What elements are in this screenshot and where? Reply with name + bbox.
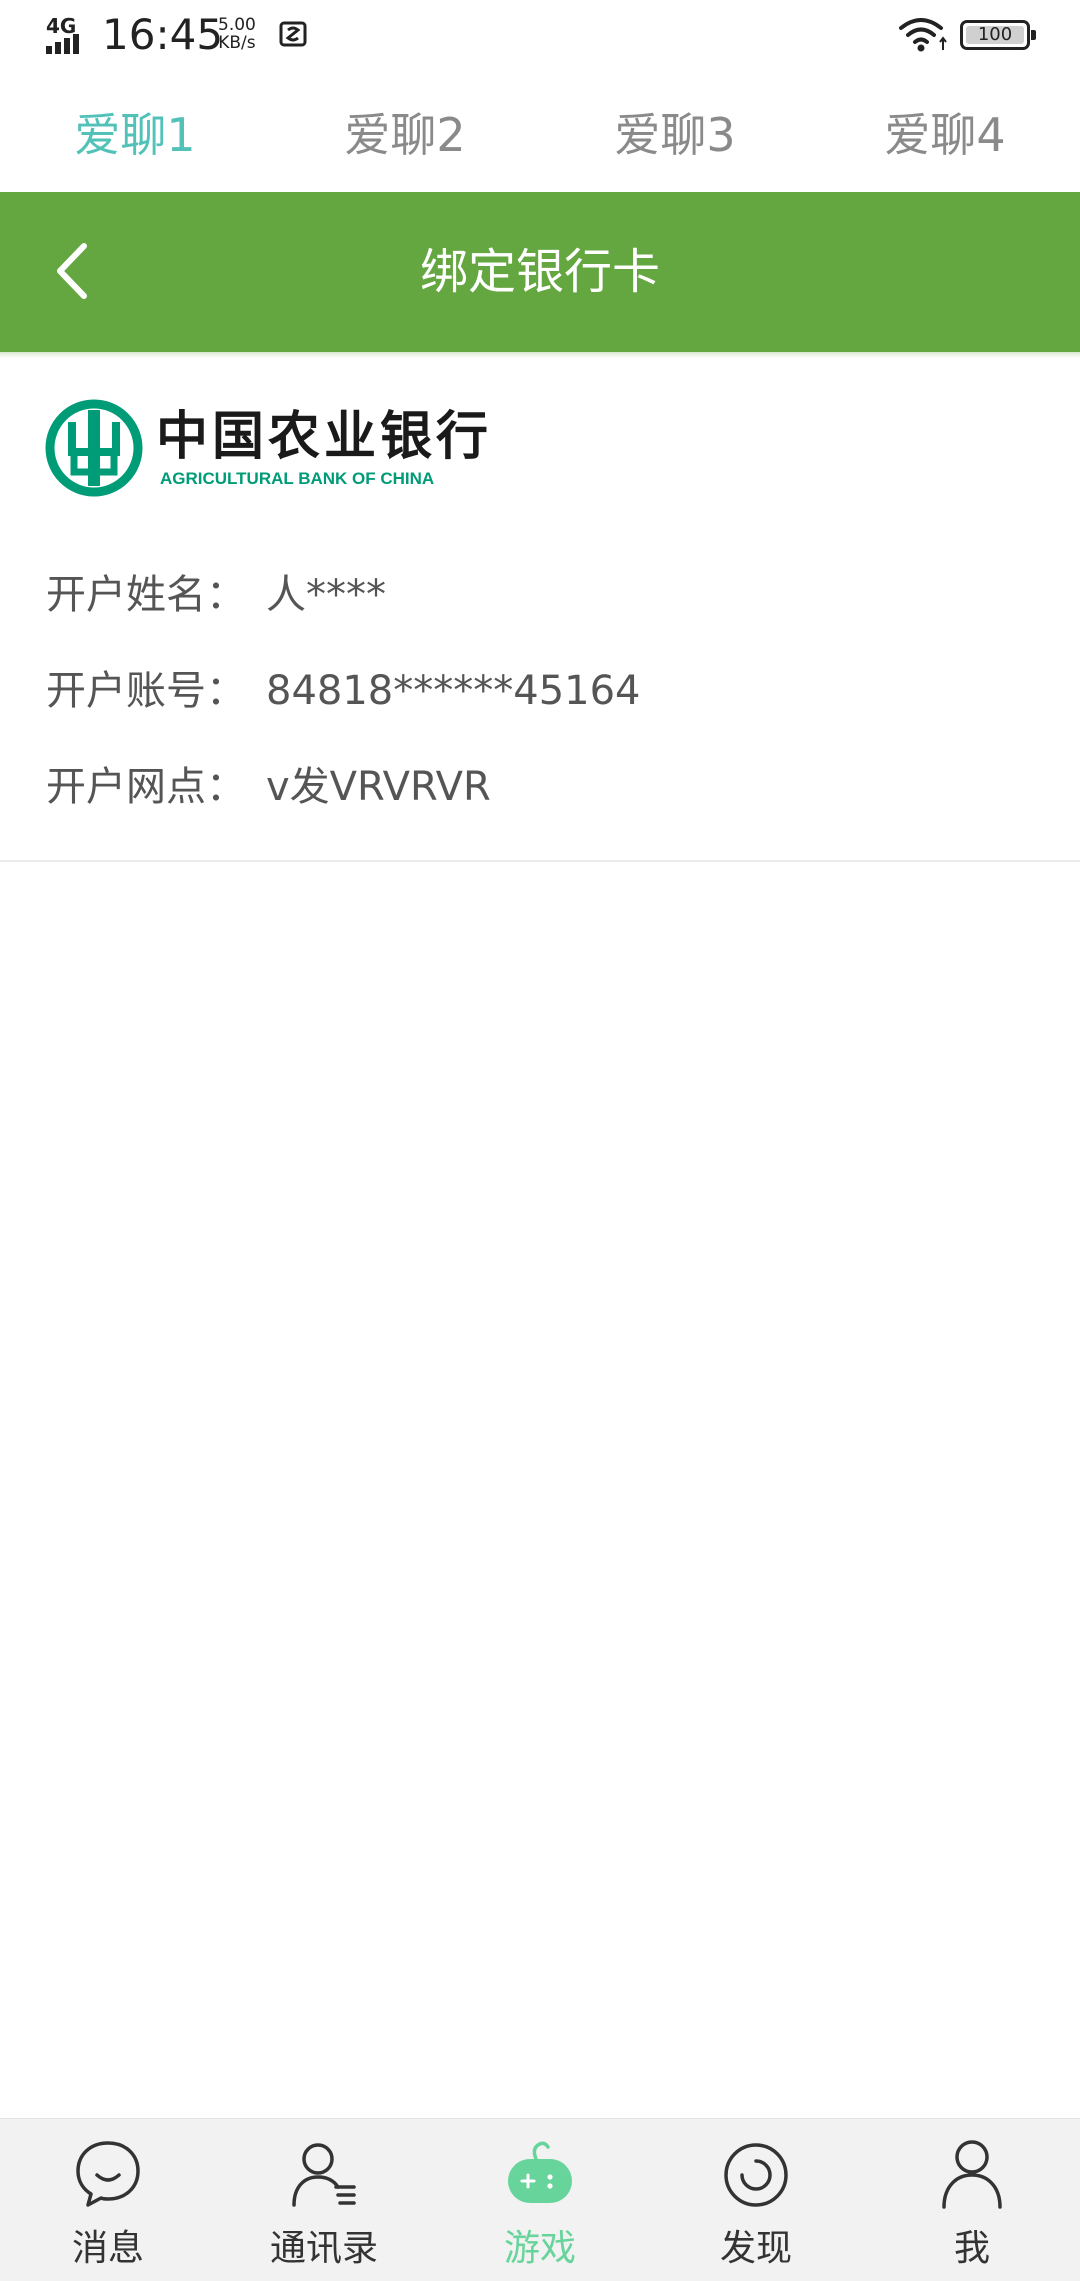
bank-name-cn: 中国农业银行 xyxy=(156,406,492,467)
account-number-label: 开户账号： xyxy=(46,668,246,714)
bottom-nav: 消息 通讯录 游戏 发现 我 xyxy=(0,2118,1080,2281)
nav-contacts-label: 通讯录 xyxy=(269,2228,378,2269)
contacts-icon xyxy=(292,2143,356,2207)
tab-account-2[interactable]: 爱聊2 xyxy=(270,90,540,180)
nav-discover-label: 发现 xyxy=(719,2228,792,2269)
speed-value: 5.00 xyxy=(218,15,256,35)
header-shadow xyxy=(0,352,1080,358)
battery-icon: 100 xyxy=(960,20,1036,50)
tab-account-3[interactable]: 爱聊3 xyxy=(540,90,810,180)
gamepad-icon xyxy=(508,2141,572,2203)
account-branch-row: 开户网点： v发VRVRVR xyxy=(46,754,491,812)
account-number-row: 开户账号： 84818******45164 xyxy=(46,658,641,716)
bank-logo: 中国农业银行 AGRICULTURAL BANK OF CHINA xyxy=(44,392,524,502)
tab-account-1[interactable]: 爱聊1 xyxy=(0,90,270,180)
nav-messages-label: 消息 xyxy=(71,2228,144,2269)
nav-me[interactable]: 我 xyxy=(864,2119,1080,2281)
nav-messages[interactable]: 消息 xyxy=(0,2119,216,2281)
abc-logo-icon: 中国农业银行 AGRICULTURAL BANK OF CHINA xyxy=(45,399,492,497)
battery-level: 100 xyxy=(977,24,1013,45)
wifi-icon xyxy=(899,18,947,52)
nav-me-label: 我 xyxy=(953,2228,990,2269)
nav-discover[interactable]: 发现 xyxy=(648,2119,864,2281)
cellular-signal-icon: 4G xyxy=(46,14,92,54)
page-title: 绑定银行卡 xyxy=(419,244,660,300)
notification-app-icon xyxy=(279,21,307,47)
network-speed: 5.00 KB/s xyxy=(218,16,256,52)
nav-games-label: 游戏 xyxy=(503,2228,576,2269)
status-bar: 4G 16:45 5.00 KB/s 100 xyxy=(0,0,1080,72)
discover-icon xyxy=(724,2143,788,2207)
account-branch-value: v发VRVRVR xyxy=(266,764,491,810)
account-name-row: 开户姓名： 人**** xyxy=(46,562,386,620)
tab-account-4[interactable]: 爱聊4 xyxy=(810,90,1080,180)
account-branch-label: 开户网点： xyxy=(46,764,246,810)
profile-icon xyxy=(942,2140,1002,2209)
speed-unit: KB/s xyxy=(218,33,256,53)
account-name-label: 开户姓名： xyxy=(46,572,246,618)
account-tabs: 爱聊1 爱聊2 爱聊3 爱聊4 xyxy=(0,90,1080,180)
nav-contacts[interactable]: 通讯录 xyxy=(216,2119,432,2281)
account-number-value: 84818******45164 xyxy=(266,668,641,714)
bank-name-en: AGRICULTURAL BANK OF CHINA xyxy=(160,469,434,488)
page-header: 绑定银行卡 xyxy=(0,192,1080,352)
network-type: 4G xyxy=(46,14,77,38)
chat-bubble-icon xyxy=(76,2141,140,2207)
nav-games[interactable]: 游戏 xyxy=(432,2119,648,2281)
account-name-value: 人**** xyxy=(266,572,386,618)
status-time: 16:45 xyxy=(102,10,224,59)
section-divider xyxy=(0,860,1080,862)
